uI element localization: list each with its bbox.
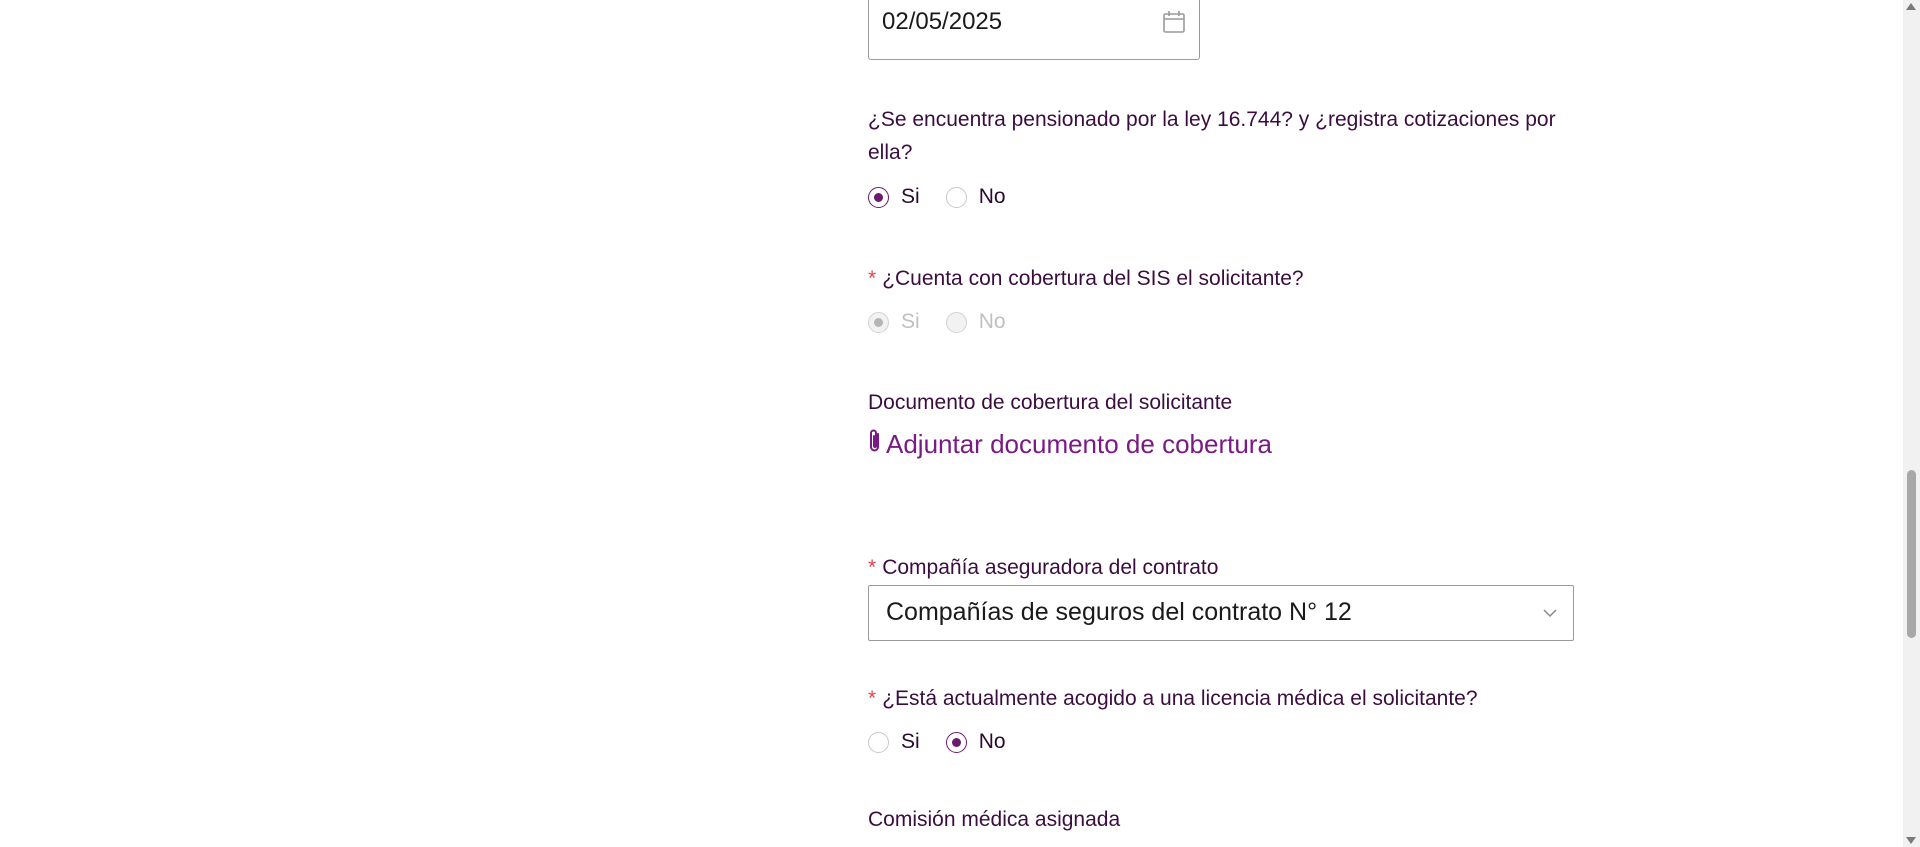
date-input-value: 02/05/2025 — [882, 8, 1003, 35]
sis-radio-group: Si No — [868, 308, 1032, 336]
option-label: No — [978, 730, 1006, 753]
attach-coverage-label: Adjuntar documento de cobertura — [886, 429, 1272, 459]
pension-radio-group: Si No — [868, 183, 1032, 211]
radio-unselected-icon[interactable] — [868, 731, 889, 753]
required-mark: * — [868, 267, 877, 290]
option-label: Si — [901, 185, 920, 208]
scroll-up-arrow-icon[interactable] — [1906, 3, 1916, 10]
sis-option-si: Si — [868, 310, 920, 334]
license-question: * ¿Está actualmente acogido a una licenci… — [868, 682, 1478, 715]
pension-option-no[interactable]: No — [945, 185, 1006, 209]
radio-unselected-disabled-icon — [945, 311, 967, 333]
calendar-icon[interactable] — [1161, 9, 1187, 35]
insurer-select[interactable]: Compañías de seguros del contrato N° 12 — [868, 585, 1574, 641]
attach-coverage-link[interactable]: Adjuntar documento de cobertura — [868, 428, 1272, 461]
pension-question-label: ¿Se encuentra pensionado por la ley 16.7… — [868, 108, 1556, 164]
option-label: Si — [901, 310, 920, 333]
insurer-select-value: Compañías de seguros del contrato N° 12 — [886, 598, 1352, 626]
paperclip-icon — [868, 428, 886, 461]
required-mark: * — [868, 556, 877, 579]
chevron-down-icon — [1541, 604, 1559, 627]
sis-option-no: No — [945, 310, 1006, 334]
option-label: No — [978, 185, 1006, 208]
radio-selected-icon[interactable] — [868, 186, 889, 208]
required-mark: * — [868, 687, 877, 710]
coverage-doc-label: Documento de cobertura del solicitante — [868, 391, 1233, 414]
license-option-no[interactable]: No — [945, 730, 1006, 754]
option-label: Si — [901, 730, 920, 753]
option-label: No — [978, 310, 1006, 333]
license-radio-group: Si No — [868, 728, 1032, 756]
insurer-question: * Compañía aseguradora del contrato — [868, 551, 1218, 584]
sis-question: * ¿Cuenta con cobertura del SIS el solici… — [868, 262, 1304, 295]
radio-selected-icon[interactable] — [945, 731, 967, 753]
scroll-down-arrow-icon[interactable] — [1906, 837, 1916, 844]
commission-label: Comisión médica asignada — [868, 808, 1121, 831]
vertical-scrollbar[interactable] — [1903, 0, 1920, 847]
pension-option-si[interactable]: Si — [868, 185, 920, 209]
license-option-si[interactable]: Si — [868, 730, 920, 754]
radio-selected-disabled-icon — [868, 311, 889, 333]
date-input[interactable]: 02/05/2025 — [868, 0, 1200, 60]
insurer-label: Compañía aseguradora del contrato — [882, 556, 1219, 579]
radio-unselected-icon[interactable] — [945, 186, 967, 208]
license-question-label: ¿Está actualmente acogido a una licencia… — [882, 687, 1478, 710]
scrollbar-thumb[interactable] — [1907, 470, 1916, 638]
sis-question-label: ¿Cuenta con cobertura del SIS el solicit… — [882, 267, 1304, 290]
